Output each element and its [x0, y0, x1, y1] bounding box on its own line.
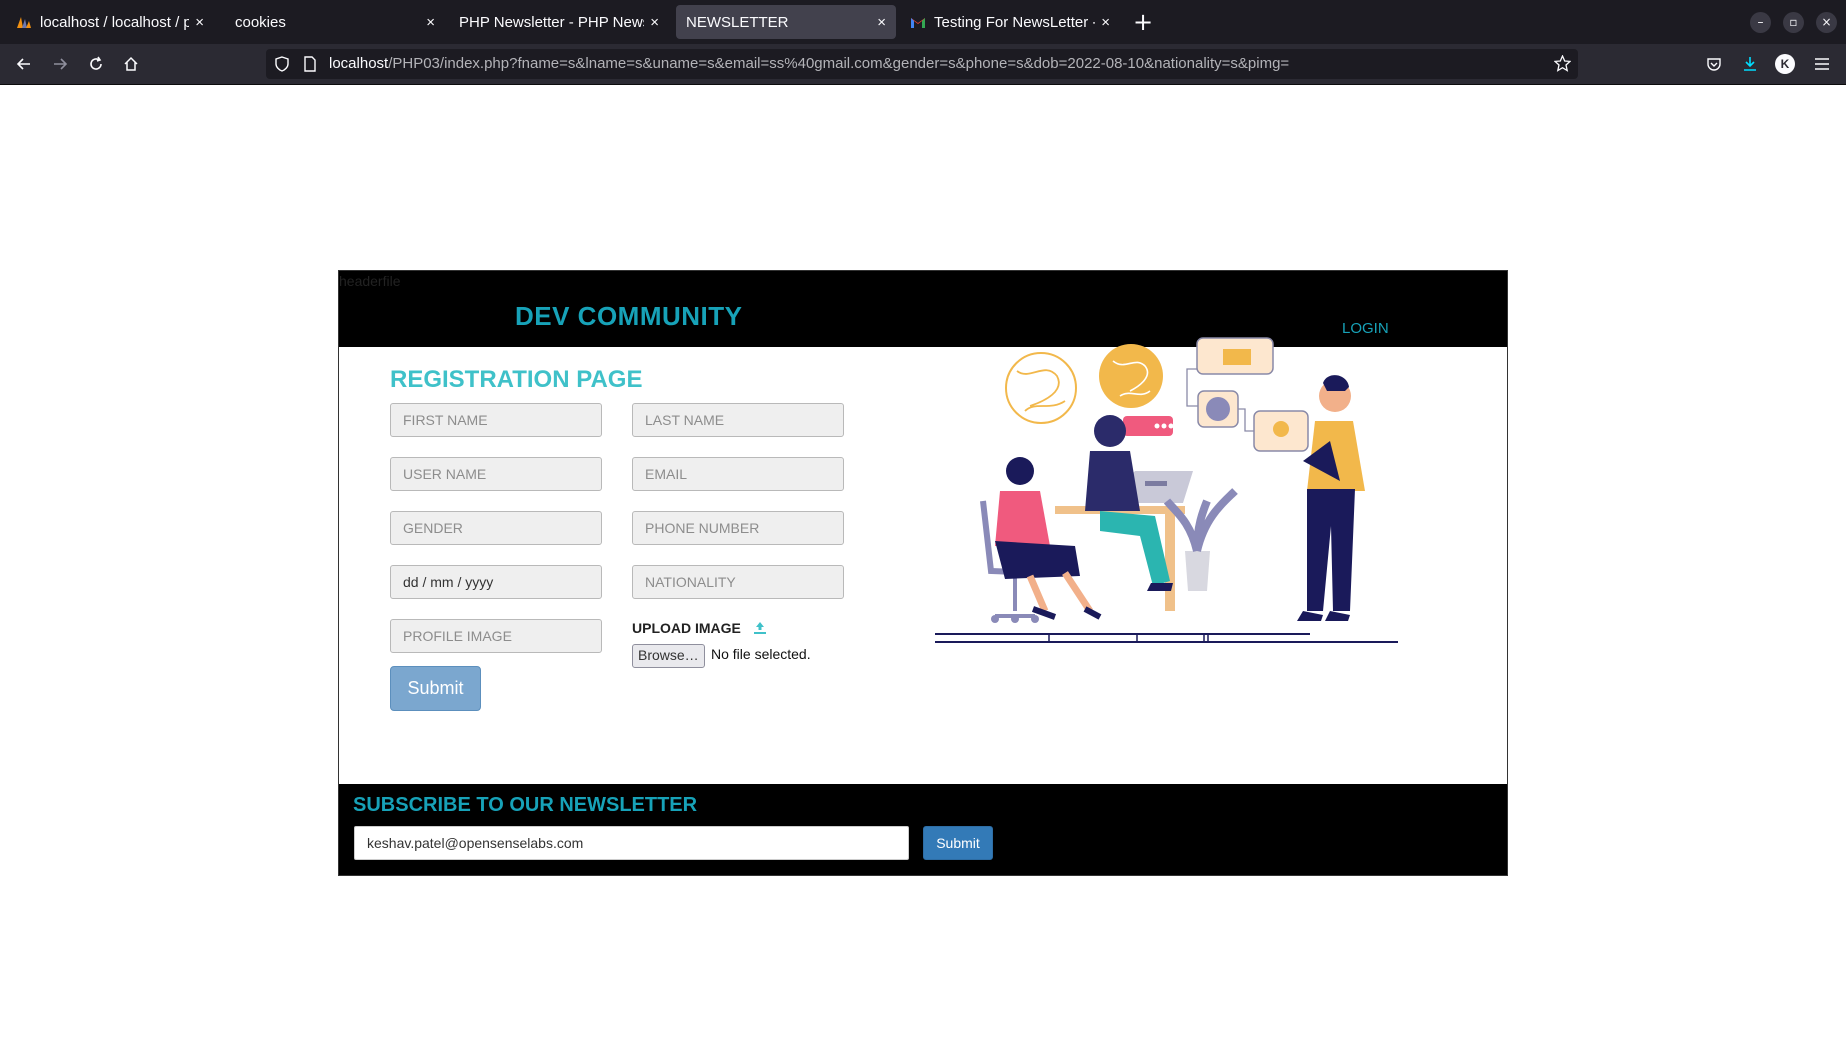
gender-input[interactable]: GENDER: [390, 511, 602, 545]
tab-newsletter[interactable]: NEWSLETTER ×: [676, 5, 896, 39]
page-container: headerfile DEV COMMUNITY LOGIN REGISTRAT…: [338, 270, 1508, 876]
email-input[interactable]: EMAIL: [632, 457, 844, 491]
pocket-icon[interactable]: [1702, 52, 1726, 76]
close-tab-icon[interactable]: ×: [426, 14, 435, 31]
tab-title: NEWSLETTER: [686, 13, 789, 31]
first-name-input[interactable]: FIRST NAME: [390, 403, 602, 437]
upload-label-text: UPLOAD IMAGE: [632, 620, 741, 636]
newsletter-title: SUBSCRIBE TO OUR NEWSLETTER: [353, 794, 698, 816]
tab-php-newsletter[interactable]: PHP Newsletter - PHP Newsl ×: [449, 5, 669, 39]
chat-bubble: [1123, 416, 1174, 436]
brand-title[interactable]: DEV COMMUNITY: [515, 301, 743, 332]
navigation-toolbar: localhost/PHP03/index.php?fname=s&lname=…: [0, 44, 1846, 85]
tab-title: localhost / localhost / php: [40, 13, 190, 31]
close-window-button[interactable]: ×: [1816, 12, 1837, 33]
phone-input[interactable]: PHONE NUMBER: [632, 511, 844, 545]
nationality-input[interactable]: NATIONALITY: [632, 565, 844, 599]
floor-lines: [935, 633, 1398, 643]
browse-button[interactable]: Browse…: [632, 644, 705, 668]
forward-icon[interactable]: [48, 52, 72, 76]
profile-image-input[interactable]: PROFILE IMAGE: [390, 619, 602, 653]
header-file-text: headerfile: [339, 273, 401, 289]
gmail-icon: [910, 16, 926, 28]
url-text[interactable]: localhost/PHP03/index.php?fname=s&lname=…: [329, 55, 1289, 72]
back-icon[interactable]: [12, 52, 36, 76]
newsletter-submit-button[interactable]: Submit: [923, 826, 993, 860]
newsletter-section: SUBSCRIBE TO OUR NEWSLETTER keshav.patel…: [339, 784, 1507, 875]
globe-right: [1099, 344, 1163, 408]
tab-title: Testing For NewsLetter -: [934, 13, 1096, 31]
tab-cookies[interactable]: cookies ×: [225, 5, 445, 39]
upload-icon: [753, 621, 767, 635]
tab-title: cookies: [235, 13, 286, 31]
no-file-text: No file selected.: [711, 646, 811, 662]
phpmyadmin-icon: [16, 15, 32, 29]
tab-gmail-testing[interactable]: Testing For NewsLetter - ×: [900, 5, 1120, 39]
shield-icon[interactable]: [274, 56, 290, 76]
idea-boxes: [1186, 337, 1309, 452]
last-name-input[interactable]: LAST NAME: [632, 403, 844, 437]
new-tab-button[interactable]: +: [1133, 9, 1153, 35]
download-icon[interactable]: [1738, 52, 1762, 76]
url-host: localhost: [329, 55, 389, 72]
reload-icon[interactable]: [84, 52, 108, 76]
page-icon[interactable]: [303, 56, 317, 76]
upload-image-label: UPLOAD IMAGE: [632, 620, 767, 636]
registration-title: REGISTRATION PAGE: [390, 366, 643, 393]
team-illustration: [935, 337, 1398, 643]
account-avatar[interactable]: K: [1775, 54, 1795, 74]
menu-icon[interactable]: [1810, 52, 1834, 76]
close-tab-icon[interactable]: ×: [1101, 14, 1110, 31]
close-tab-icon[interactable]: ×: [877, 14, 886, 31]
restore-button[interactable]: ▫: [1783, 12, 1804, 33]
register-submit-button[interactable]: Submit: [390, 666, 481, 711]
tab-bar: localhost / localhost / php × cookies × …: [0, 0, 1846, 44]
home-icon[interactable]: [119, 52, 143, 76]
woman-sitting: [995, 457, 1102, 620]
globe-left: [1005, 352, 1077, 424]
bookmark-star-icon[interactable]: [1553, 54, 1572, 76]
dob-input[interactable]: dd / mm / yyyy: [390, 565, 602, 599]
tab-phpmyadmin[interactable]: localhost / localhost / php ×: [6, 5, 214, 39]
tab-title: PHP Newsletter - PHP Newsl: [459, 13, 645, 31]
close-tab-icon[interactable]: ×: [195, 14, 204, 31]
man-standing: [1297, 375, 1365, 621]
close-tab-icon[interactable]: ×: [650, 14, 659, 31]
user-name-input[interactable]: USER NAME: [390, 457, 602, 491]
url-path: /PHP03/index.php?fname=s&lname=s&uname=s…: [388, 55, 1290, 72]
minimize-button[interactable]: –: [1750, 12, 1771, 33]
newsletter-email-input[interactable]: keshav.patel@opensenselabs.com: [354, 826, 909, 860]
url-bar[interactable]: localhost/PHP03/index.php?fname=s&lname=…: [266, 49, 1578, 79]
